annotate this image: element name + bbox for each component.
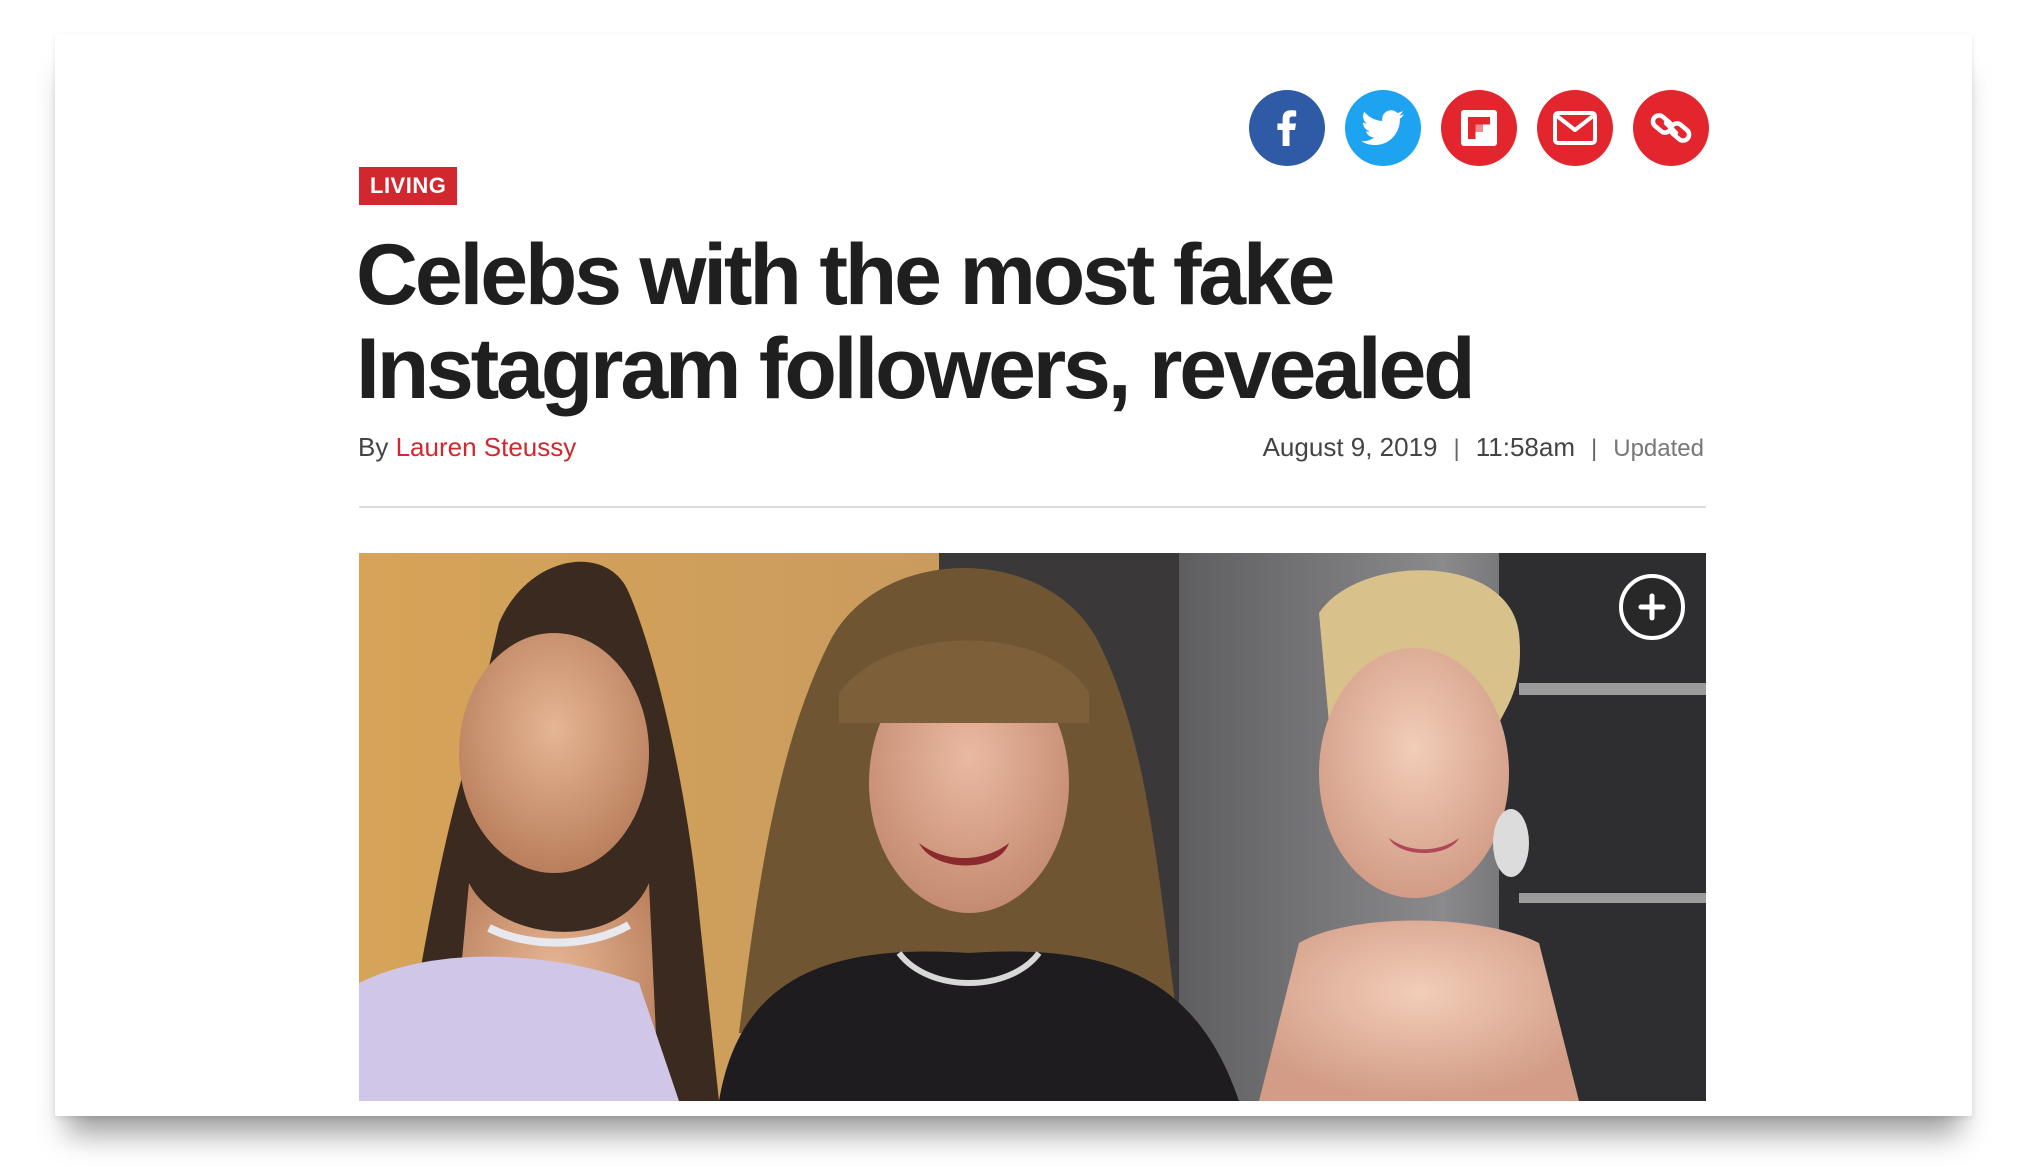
facebook-icon (1277, 110, 1297, 146)
expand-image-button[interactable] (1619, 574, 1685, 640)
share-flipboard-button[interactable] (1441, 90, 1517, 166)
share-email-button[interactable] (1537, 90, 1613, 166)
share-twitter-button[interactable] (1345, 90, 1421, 166)
share-facebook-button[interactable] (1249, 90, 1325, 166)
plus-circle-icon (1638, 593, 1666, 621)
publish-time: 11:58am (1475, 432, 1576, 462)
share-link-button[interactable] (1633, 90, 1709, 166)
share-bar (1249, 90, 1709, 166)
byline: By Lauren Steussy (358, 432, 576, 463)
section-tag[interactable]: LIVING (359, 167, 458, 205)
updated-label[interactable]: Updated (1613, 435, 1704, 463)
divider (359, 506, 1706, 508)
twitter-icon (1361, 110, 1404, 145)
hero-image[interactable] (359, 553, 1706, 1101)
email-icon (1553, 111, 1597, 145)
author-link[interactable]: Lauren Steussy (396, 432, 577, 462)
meta-separator: | (1453, 435, 1460, 462)
hero-image-illustration (359, 553, 1706, 1101)
link-icon (1650, 113, 1692, 143)
article-headline: Celebs with the most fake Instagram foll… (356, 227, 1476, 417)
article-meta: August 9, 2019 | 11:58am | Updated (1263, 432, 1704, 463)
publish-date: August 9, 2019 (1262, 432, 1438, 462)
flipboard-icon (1461, 110, 1497, 146)
byline-prefix: By (358, 432, 389, 462)
meta-separator: | (1591, 435, 1598, 462)
